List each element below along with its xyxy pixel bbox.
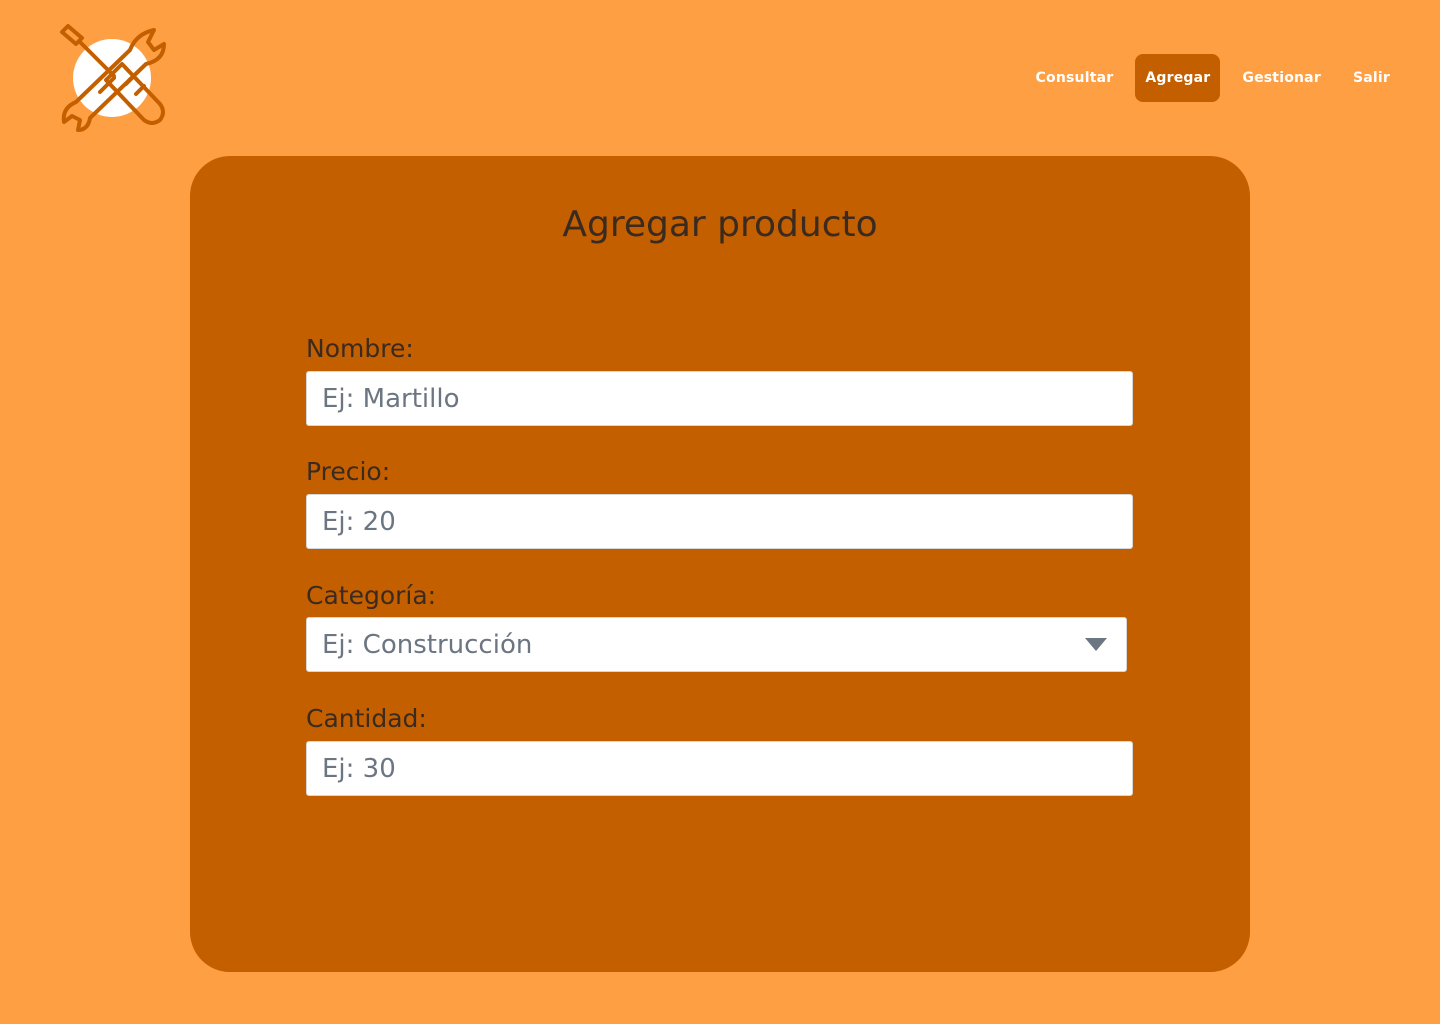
nav-consultar[interactable]: Consultar xyxy=(1026,54,1124,102)
nav-agregar[interactable]: Agregar xyxy=(1135,54,1221,102)
categoria-select-value: Ej: Construcción xyxy=(322,629,533,660)
nombre-label: Nombre: xyxy=(306,334,414,363)
nombre-input[interactable] xyxy=(306,371,1133,426)
cantidad-input[interactable] xyxy=(306,741,1133,796)
add-product-card: Agregar producto Nombre: Precio: Categor… xyxy=(190,156,1250,972)
nav-salir[interactable]: Salir xyxy=(1343,54,1400,102)
precio-label: Precio: xyxy=(306,457,391,486)
cantidad-label: Cantidad: xyxy=(306,704,427,733)
categoria-select[interactable]: Ej: Construcción xyxy=(306,617,1127,672)
chevron-down-icon xyxy=(1085,638,1107,651)
main-nav: Consultar Agregar Gestionar Salir xyxy=(1026,54,1400,102)
precio-input[interactable] xyxy=(306,494,1133,549)
nav-gestionar[interactable]: Gestionar xyxy=(1232,54,1331,102)
page-title: Agregar producto xyxy=(562,204,878,245)
tools-wrench-screwdriver-icon xyxy=(60,24,166,132)
logo[interactable] xyxy=(56,22,170,134)
categoria-label: Categoría: xyxy=(306,581,437,610)
